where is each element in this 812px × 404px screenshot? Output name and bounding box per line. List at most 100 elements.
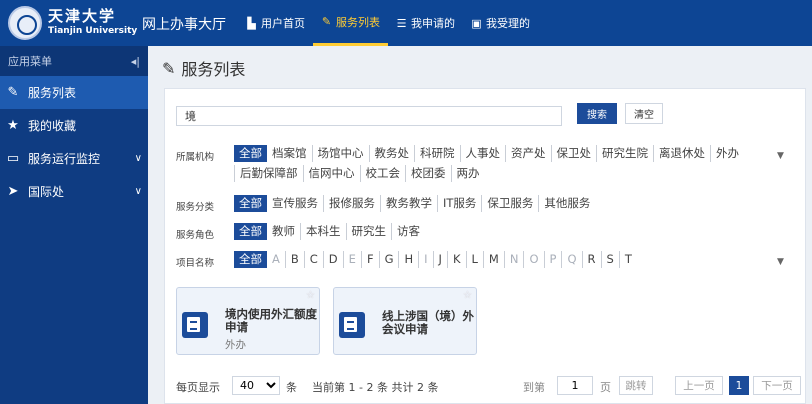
search-button[interactable]: 搜索 — [577, 103, 617, 124]
filter-option[interactable]: 保卫服务 — [481, 195, 538, 212]
filter-option[interactable]: N — [503, 251, 524, 268]
next-page-button[interactable]: 下一页 — [753, 376, 801, 395]
filter-option[interactable]: 教务处 — [368, 145, 415, 162]
filter-option[interactable]: D — [322, 251, 343, 268]
filter-role: 服务角色 全部 教师 本科生 研究生 访客 — [176, 223, 425, 241]
service-card-title: 线上涉国（境）外会议申请 — [382, 309, 474, 336]
star-icon: ★ — [7, 118, 19, 133]
per-page-label: 每页显示 — [176, 381, 220, 394]
chevron-down-icon: ∨ — [134, 153, 142, 164]
filter-option[interactable]: 全部 — [234, 223, 267, 240]
favorite-star-icon[interactable]: ☆ — [463, 290, 472, 301]
filter-option[interactable]: 保卫处 — [550, 145, 597, 162]
filter-option[interactable]: S — [600, 251, 619, 268]
filter-option[interactable]: L — [465, 251, 483, 268]
filter-option[interactable]: M — [482, 251, 504, 268]
search-input[interactable] — [176, 106, 562, 126]
filter-option[interactable]: 离退休处 — [653, 145, 710, 162]
nav-item[interactable]: ▣ 我受理的 — [463, 0, 538, 46]
filter-option[interactable]: 教务教学 — [380, 195, 437, 212]
app-title: 网上办事大厅 — [142, 17, 226, 33]
favorite-star-icon[interactable]: ☆ — [306, 290, 315, 301]
sidebar-collapse-icon[interactable]: ◂| — [131, 55, 140, 68]
filter-label: 服务分类 — [176, 202, 215, 213]
service-card[interactable]: ☆ 境内使用外汇额度申请 外办 — [176, 287, 320, 355]
service-card-department: 外办 — [225, 339, 246, 351]
page-size-select[interactable]: 40 — [232, 376, 280, 395]
filter-option[interactable]: 校工会 — [359, 165, 406, 182]
filter-option[interactable]: 全部 — [234, 195, 267, 212]
filter-option[interactable]: 教师 — [267, 223, 300, 240]
filter-option[interactable]: 报修服务 — [323, 195, 380, 212]
sidebar-item[interactable]: ✎ 服务列表 — [0, 76, 148, 109]
filter-option[interactable]: 研究生 — [345, 223, 392, 240]
filter-option[interactable]: 全部 — [234, 145, 267, 162]
filter-option[interactable]: 场馆中心 — [311, 145, 369, 162]
edit-icon: ✎ — [321, 15, 332, 28]
filter-option[interactable]: I — [418, 251, 432, 268]
nav-item-label: 服务列表 — [336, 15, 380, 29]
university-logo-icon — [8, 6, 42, 40]
page-1-button[interactable]: 1 — [729, 376, 749, 395]
form-icon — [182, 312, 208, 338]
filter-option[interactable]: 本科生 — [300, 223, 346, 240]
filter-option[interactable]: 校团委 — [405, 165, 451, 182]
sidebar-item[interactable]: ➤ 国际处 ∨ — [0, 175, 148, 208]
filter-option[interactable]: 后勤保障部 — [234, 165, 303, 182]
filter-option[interactable]: Q — [561, 251, 581, 268]
chevron-down-icon: ∨ — [134, 186, 142, 197]
filter-option[interactable]: 资产处 — [505, 145, 551, 162]
list-icon: ☰ — [396, 16, 407, 30]
filter-option[interactable]: 信网中心 — [302, 165, 360, 182]
filter-option[interactable]: P — [543, 251, 562, 268]
expand-arrow-icon[interactable]: ▼ — [777, 257, 784, 267]
sidebar-item-label: 国际处 — [28, 185, 65, 199]
nav-item-label: 用户首页 — [261, 17, 305, 30]
filter-option[interactable]: F — [360, 251, 379, 268]
filter-option[interactable]: 人事处 — [459, 145, 506, 162]
edit-icon: ✎ — [162, 58, 176, 78]
filter-option[interactable]: 档案馆 — [267, 145, 312, 162]
filter-org: 所属机构 全部 档案馆 场馆中心 教务处 科研院 人事处 资产处 保卫处 研究生院 离退休处 外办后… — [176, 145, 789, 182]
filter-option[interactable]: E — [342, 251, 361, 268]
filter-option[interactable]: 访客 — [391, 223, 425, 240]
filter-option[interactable]: J — [432, 251, 447, 268]
filter-option[interactable]: T — [618, 251, 637, 268]
goto-page-input[interactable] — [557, 376, 593, 395]
sidebar: 应用菜单 ◂| ✎ 服务列表 ★ 我的收藏 ▭ 服务运行监控 ∨ ➤ 国际处 ∨ — [0, 46, 148, 404]
filter-option[interactable]: 外办 — [710, 145, 744, 162]
nav-item[interactable]: ✎ 服务列表 — [313, 0, 388, 46]
main-content: ✎ 服务列表 搜索 清空 所属机构 全部档案馆场馆中心教务处科研院人事处资产处保… — [148, 46, 812, 404]
filter-option[interactable]: C — [303, 251, 323, 268]
page-title-text: 服务列表 — [181, 60, 246, 79]
home-icon: ▙ — [247, 16, 256, 30]
filter-option[interactable]: IT服务 — [437, 195, 481, 212]
filter-option[interactable]: H — [398, 251, 418, 268]
filter-option[interactable]: K — [446, 251, 466, 268]
expand-arrow-icon[interactable]: ▼ — [777, 151, 784, 161]
filter-name: 项目名称 全部 A B C D E F G H I J K L M N O P Q R S T — [176, 251, 637, 269]
filter-option[interactable]: 研究生院 — [596, 145, 653, 162]
jump-button[interactable]: 跳转 — [619, 376, 653, 395]
nav-item[interactable]: ▙ 用户首页 — [238, 0, 313, 46]
filter-option[interactable]: 宣传服务 — [267, 195, 323, 212]
filter-option[interactable]: 科研院 — [414, 145, 460, 162]
filter-option[interactable]: A — [267, 251, 285, 268]
filter-option[interactable]: O — [523, 251, 543, 268]
form-icon — [339, 312, 365, 338]
top-bar: 天津大学 Tianjin University 网上办事大厅 ▙ 用户首页 ✎ 服务列… — [0, 0, 812, 46]
prev-page-button[interactable]: 上一页 — [675, 376, 723, 395]
sidebar-item[interactable]: ★ 我的收藏 — [0, 109, 148, 142]
filter-option[interactable]: 两办 — [450, 165, 485, 182]
pagination: 每页显示 40 条 当前第 1 - 2 条 共计 2 条 到第 页 跳转 上一页… — [176, 376, 801, 396]
nav-item[interactable]: ☰ 我申请的 — [388, 0, 463, 46]
filter-option[interactable]: R — [581, 251, 601, 268]
filter-option[interactable]: 全部 — [234, 251, 267, 268]
service-card[interactable]: ☆ 线上涉国（境）外会议申请 — [333, 287, 477, 355]
clear-button[interactable]: 清空 — [625, 103, 663, 124]
filter-option[interactable]: G — [378, 251, 399, 268]
top-nav: ▙ 用户首页 ✎ 服务列表 ☰ 我申请的 ▣ 我受理的 — [238, 0, 538, 46]
filter-option[interactable]: 其他服务 — [538, 195, 595, 212]
sidebar-item[interactable]: ▭ 服务运行监控 ∨ — [0, 142, 148, 175]
filter-option[interactable]: B — [284, 251, 304, 268]
